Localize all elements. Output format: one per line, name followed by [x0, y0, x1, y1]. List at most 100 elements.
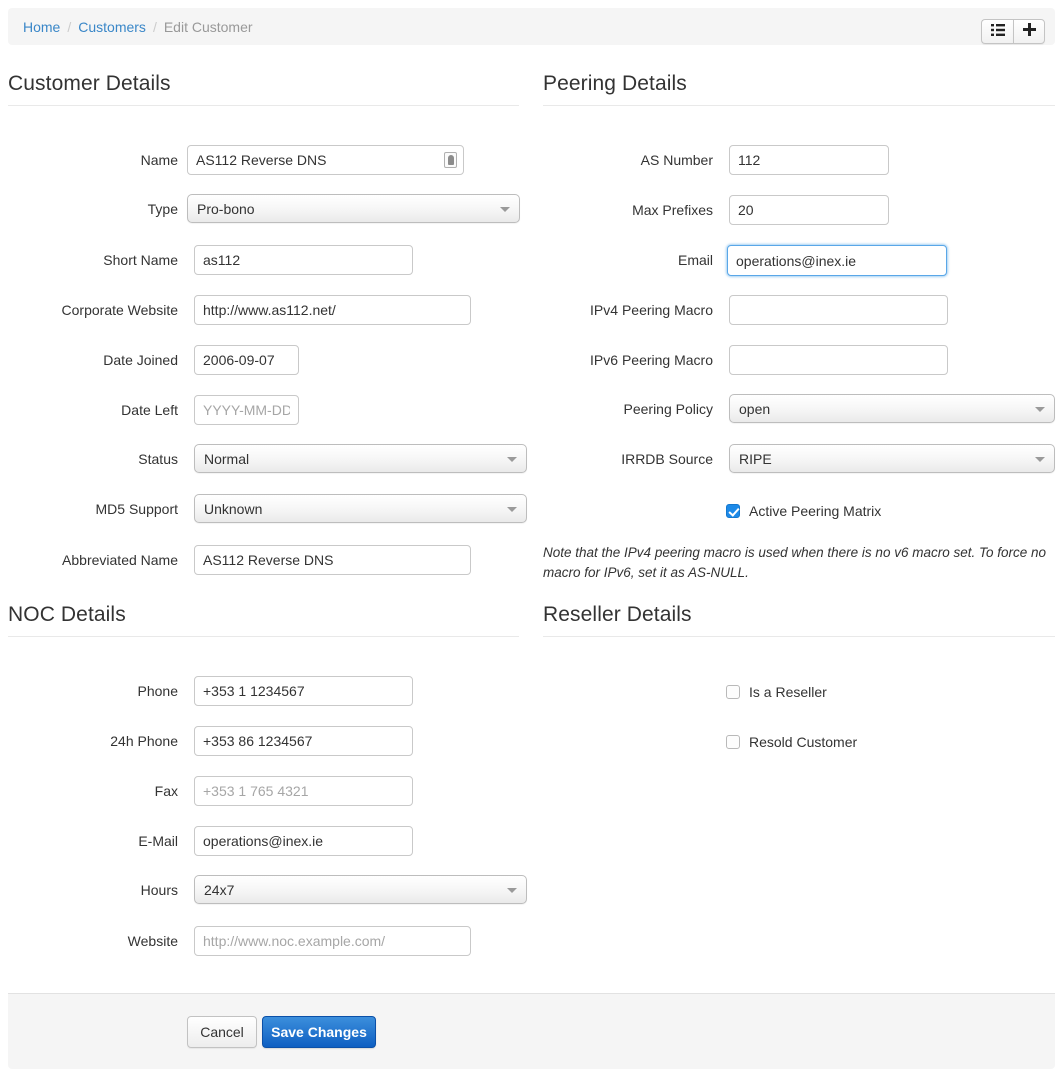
section-title-noc-details: NOC Details — [8, 603, 126, 626]
as-number-input[interactable] — [729, 145, 889, 175]
chevron-down-icon — [1035, 456, 1045, 462]
is-reseller-row: Is a Reseller — [726, 684, 827, 700]
noc-24h-phone-input[interactable] — [194, 726, 413, 756]
resold-customer-checkbox[interactable] — [726, 735, 740, 749]
date-joined-input[interactable] — [194, 345, 299, 375]
short-name-input[interactable] — [194, 245, 413, 275]
label-noc-phone: Phone — [137, 683, 178, 699]
label-ipv4-macro: IPv4 Peering Macro — [590, 302, 713, 318]
is-reseller-checkbox[interactable] — [726, 685, 740, 699]
name-input[interactable] — [187, 145, 464, 175]
field-row-noc-email: E-Mail — [8, 826, 519, 856]
label-md5-support: MD5 Support — [95, 501, 178, 517]
breadcrumb-separator: / — [152, 18, 157, 35]
field-row-date-left: Date Left — [8, 395, 519, 425]
ipv6-macro-input[interactable] — [729, 345, 948, 375]
section-title-peering-details: Peering Details — [543, 72, 687, 95]
breadcrumb-customers[interactable]: Customers — [78, 19, 146, 35]
label-name: Name — [140, 152, 178, 168]
breadcrumb-actions — [981, 19, 1045, 44]
field-row-corporate-website: Corporate Website — [8, 295, 519, 325]
save-changes-button[interactable]: Save Changes — [262, 1016, 376, 1048]
label-noc-email: E-Mail — [138, 833, 178, 849]
label-date-joined: Date Joined — [103, 352, 178, 368]
active-peering-matrix-row: Active Peering Matrix — [726, 503, 881, 519]
field-row-noc-hours: Hours 24x7 — [8, 875, 527, 905]
is-reseller-label[interactable]: Is a Reseller — [749, 684, 827, 700]
peering-email-input[interactable] — [727, 245, 947, 276]
field-row-max-prefixes: Max Prefixes — [543, 195, 1055, 225]
status-select[interactable]: Normal — [194, 444, 527, 473]
field-row-as-number: AS Number — [543, 145, 1055, 175]
add-customer-button[interactable] — [1013, 19, 1045, 44]
chevron-down-icon — [500, 206, 510, 212]
type-select-value: Pro-bono — [197, 200, 255, 217]
breadcrumb-home[interactable]: Home — [23, 19, 60, 35]
field-row-noc-phone: Phone — [8, 676, 519, 706]
noc-hours-select[interactable]: 24x7 — [194, 875, 527, 904]
label-status: Status — [138, 451, 178, 467]
active-peering-matrix-checkbox[interactable] — [726, 504, 740, 518]
field-row-name: Name — [8, 145, 519, 175]
label-noc-24h-phone: 24h Phone — [110, 733, 178, 749]
peering-policy-select[interactable]: open — [729, 394, 1055, 423]
label-corporate-website: Corporate Website — [61, 302, 178, 318]
label-type: Type — [147, 201, 178, 217]
ipv4-macro-input[interactable] — [729, 295, 948, 325]
chevron-down-icon — [507, 456, 517, 462]
field-row-noc-fax: Fax — [8, 776, 519, 806]
label-noc-fax: Fax — [154, 783, 178, 799]
section-rule — [543, 105, 1055, 106]
irrdb-source-select-value: RIPE — [739, 450, 772, 467]
section-title-reseller-details: Reseller Details — [543, 603, 692, 626]
breadcrumb-bar: Home / Customers / Edit Customer — [8, 8, 1055, 45]
label-noc-website: Website — [127, 933, 178, 949]
field-row-status: Status Normal — [8, 444, 527, 474]
field-row-ipv6-macro: IPv6 Peering Macro — [543, 345, 1055, 375]
peering-macro-note: Note that the IPv4 peering macro is used… — [543, 545, 1047, 580]
active-peering-matrix-label[interactable]: Active Peering Matrix — [749, 503, 881, 519]
date-left-input[interactable] — [194, 395, 299, 425]
type-select[interactable]: Pro-bono — [187, 194, 520, 223]
field-row-noc-website: Website — [8, 926, 519, 956]
field-row-ipv4-macro: IPv4 Peering Macro — [543, 295, 1055, 325]
label-date-left: Date Left — [121, 402, 178, 418]
noc-phone-input[interactable] — [194, 676, 413, 706]
corporate-website-input[interactable] — [194, 295, 471, 325]
name-input-wrap — [187, 145, 464, 175]
resold-customer-label[interactable]: Resold Customer — [749, 734, 857, 750]
label-peering-policy: Peering Policy — [623, 401, 714, 417]
noc-website-input[interactable] — [194, 926, 471, 956]
field-row-irrdb-source: IRRDB Source RIPE — [543, 444, 1055, 474]
max-prefixes-input[interactable] — [729, 195, 889, 225]
md5-support-select-value: Unknown — [204, 500, 263, 517]
breadcrumb-current: Edit Customer — [163, 18, 253, 35]
noc-hours-select-value: 24x7 — [204, 881, 235, 898]
chevron-down-icon — [507, 887, 517, 893]
noc-email-input[interactable] — [194, 826, 413, 856]
plus-icon — [1022, 22, 1036, 41]
label-abbreviated-name: Abbreviated Name — [62, 552, 178, 568]
abbreviated-name-input[interactable] — [194, 545, 471, 575]
form-footer: Cancel Save Changes — [8, 993, 1055, 1069]
field-row-date-joined: Date Joined — [8, 345, 519, 375]
label-as-number: AS Number — [640, 152, 713, 168]
label-ipv6-macro: IPv6 Peering Macro — [590, 352, 713, 368]
md5-support-select[interactable]: Unknown — [194, 494, 527, 523]
label-peering-email: Email — [677, 252, 713, 268]
field-row-noc-24h-phone: 24h Phone — [8, 726, 519, 756]
peering-policy-select-value: open — [739, 400, 771, 417]
field-row-abbreviated-name: Abbreviated Name — [8, 545, 519, 575]
field-row-short-name: Short Name — [8, 245, 519, 275]
cancel-button[interactable]: Cancel — [187, 1016, 257, 1048]
list-customers-button[interactable] — [981, 19, 1013, 44]
contact-card-icon[interactable] — [444, 152, 457, 168]
resold-customer-row: Resold Customer — [726, 734, 857, 750]
noc-fax-input[interactable] — [194, 776, 413, 806]
section-rule — [8, 105, 519, 106]
irrdb-source-select[interactable]: RIPE — [729, 444, 1055, 473]
breadcrumb-separator: / — [67, 18, 72, 35]
chevron-down-icon — [507, 506, 517, 512]
label-short-name: Short Name — [103, 252, 178, 268]
section-rule — [8, 636, 519, 637]
